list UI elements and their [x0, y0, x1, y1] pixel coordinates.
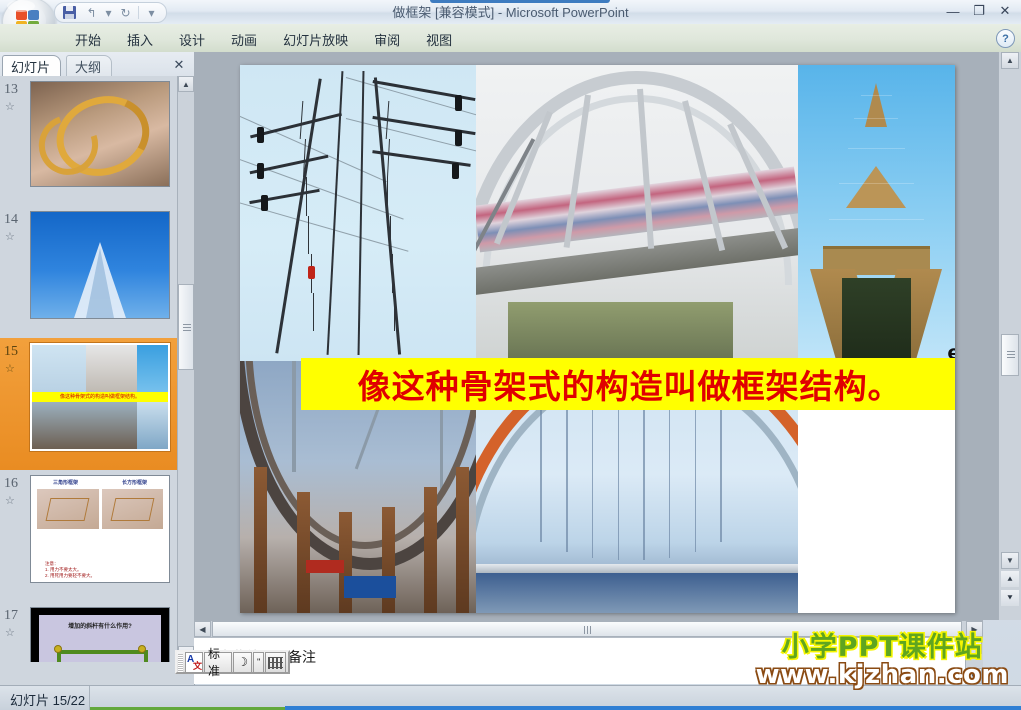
save-icon[interactable]	[60, 5, 79, 21]
quick-access-toolbar: ↰ ▾ ↻ ▾	[54, 2, 167, 23]
edge-text-line1: 〔	[947, 314, 955, 344]
restore-button[interactable]: ❐	[967, 2, 991, 20]
tab-slideshow[interactable]: 幻灯片放映	[270, 27, 361, 52]
tab-home[interactable]: 开始	[62, 27, 114, 52]
scroll-down-icon[interactable]: ▼	[1001, 552, 1019, 569]
slides-panel-scrollbar[interactable]: ▲ ▼	[177, 76, 194, 662]
customize-qat-icon[interactable]: ▾	[142, 5, 161, 21]
list-item[interactable]: 13 ☆	[0, 76, 178, 206]
ime-mode-button[interactable]: 标准	[204, 647, 233, 678]
undo-icon[interactable]: ↰	[82, 5, 101, 21]
slide-banner[interactable]: 像这种骨架式的构造叫做框架结构。	[300, 358, 955, 411]
close-button[interactable]: ✕	[993, 2, 1017, 20]
scroll-left-icon[interactable]: ◀	[194, 621, 211, 637]
tab-slides[interactable]: 幻灯片	[2, 55, 62, 77]
scroll-up-icon[interactable]: ▲	[1001, 52, 1019, 69]
image-eiffel-tower[interactable]	[797, 65, 955, 361]
ime-keyboard-icon[interactable]	[265, 651, 286, 673]
thumb17-question: 增加的斜杆有什么作用?	[68, 624, 132, 631]
minimize-button[interactable]: —	[941, 2, 965, 20]
ime-logo-icon[interactable]	[185, 651, 204, 673]
window-controls: — ❐ ✕	[941, 2, 1017, 20]
status-bar: 幻灯片 15/22	[0, 685, 1021, 710]
vertical-scrollbar[interactable]: ▲ ▼ ⯅ ⯆	[998, 52, 1021, 620]
list-item[interactable]: 15 ☆ 像这种骨架式的构造叫做框架结构。	[0, 338, 178, 470]
status-accent-blue	[285, 706, 1021, 710]
slide-number: 15	[4, 344, 18, 359]
thumb16-note-2: 2. 用死用力要轻不要大。	[45, 573, 96, 578]
ime-drag-handle[interactable]	[178, 654, 183, 672]
thumbnail-banner-text: 像这种骨架式的构造叫做框架结构。	[32, 392, 168, 402]
horizontal-scrollbar[interactable]: ◀ ▶	[194, 620, 983, 638]
ribbon-tabbar: 开始 插入 设计 动画 幻灯片放映 审阅 视图 ?	[0, 24, 1021, 53]
animation-star-icon: ☆	[5, 231, 15, 243]
slide-number: 13	[4, 82, 18, 97]
scroll-up-icon[interactable]: ▲	[966, 638, 982, 654]
help-icon[interactable]: ?	[996, 29, 1015, 48]
tab-insert[interactable]: 插入	[114, 27, 166, 52]
list-item[interactable]: 16 ☆ 三角形框架 长方形框架 注意： 1. 用力不要太大。 2. 用死用力要…	[0, 470, 178, 602]
scroll-up-icon[interactable]: ▲	[178, 76, 194, 92]
tower-worker	[308, 266, 316, 280]
animation-star-icon: ☆	[5, 495, 15, 507]
orb-sheen	[7, 0, 35, 12]
ime-punctuation-icon[interactable]: ☽	[233, 651, 253, 673]
scroll-right-icon[interactable]: ▶	[966, 621, 983, 637]
close-panel-icon[interactable]: ✕	[170, 56, 188, 73]
slides-panel-tabbar: 幻灯片 大纲 ✕	[0, 52, 194, 77]
list-item[interactable]: 14 ☆	[0, 206, 178, 338]
tab-outline[interactable]: 大纲	[66, 55, 113, 77]
slide-number: 17	[4, 608, 18, 623]
next-slide-button[interactable]: ⯆	[1001, 590, 1019, 606]
vscrollbar-thumb[interactable]	[1001, 334, 1019, 376]
slide-number: 16	[4, 476, 18, 491]
ribbon-tabs: 开始 插入 设计 动画 幻灯片放映 审阅 视图	[62, 27, 465, 52]
slide-thumbnail-15[interactable]: 像这种骨架式的构造叫做框架结构。	[29, 342, 171, 452]
slide-thumbnail-16[interactable]: 三角形框架 长方形框架 注意： 1. 用力不要太大。 2. 用死用力要轻不要大。	[30, 475, 170, 583]
image-steel-arch-railway-bridge[interactable]	[475, 65, 798, 361]
scroll-down-icon[interactable]: ▼	[966, 668, 982, 684]
undo-dropdown-icon[interactable]: ▾	[104, 5, 113, 21]
hscrollbar-thumb[interactable]	[212, 621, 962, 637]
current-slide[interactable]: 〔 enc 像这种骨架式的构造叫做框架结构。	[240, 65, 955, 613]
slide-thumbnail-list[interactable]: 13 ☆ 14 ☆ 15 ☆ 像这种骨架式的构造叫做框架结构。 16 ☆ 三角形…	[0, 76, 178, 662]
notes-pane[interactable]: 单击此处添加备注 ▲ ▼	[194, 637, 983, 684]
redo-icon[interactable]: ↻	[116, 5, 135, 21]
tab-review[interactable]: 审阅	[361, 27, 413, 52]
powerpoint-window: 做框架 [兼容模式] - Microsoft PowerPoint — ❐ ✕ …	[0, 0, 1021, 710]
slide-thumbnail-17[interactable]: 增加的斜杆有什么作用?	[30, 607, 170, 662]
ime-language-bar[interactable]: 标准 ☽ ''	[175, 647, 290, 678]
scrollbar-thumb[interactable]	[178, 284, 194, 370]
slide-banner-text: 像这种骨架式的构造叫做框架结构。	[357, 367, 902, 407]
list-item[interactable]: 17 ☆ 增加的斜杆有什么作用?	[0, 602, 178, 662]
tab-view[interactable]: 视图	[413, 27, 465, 52]
image-transmission-tower[interactable]	[240, 65, 476, 361]
slide-editing-stage[interactable]: 〔 enc 像这种骨架式的构造叫做框架结构。	[194, 52, 999, 620]
qat-divider	[138, 6, 139, 19]
animation-star-icon: ☆	[5, 627, 15, 639]
tab-design[interactable]: 设计	[166, 27, 218, 52]
slide-counter: 幻灯片 15/22	[10, 693, 86, 708]
slide-thumbnail-13[interactable]	[30, 81, 170, 187]
thumb16-header-left: 三角形框架	[52, 480, 78, 486]
notes-scrollbar[interactable]: ▲ ▼	[965, 638, 983, 684]
previous-slide-button[interactable]: ⯅	[1001, 571, 1019, 587]
animation-star-icon: ☆	[5, 363, 15, 375]
slide-thumbnail-14[interactable]	[30, 211, 170, 319]
animation-star-icon: ☆	[5, 101, 15, 113]
slides-panel: 幻灯片 大纲 ✕ 13 ☆ 14 ☆ 15 ☆ 像这种骨架式的构造叫做框架结构。…	[0, 52, 195, 686]
tab-animation[interactable]: 动画	[218, 27, 270, 52]
slide-number: 14	[4, 212, 18, 227]
ime-halfwidth-icon[interactable]: ''	[253, 651, 265, 673]
thumb16-header-right: 长方形框架	[121, 480, 147, 486]
